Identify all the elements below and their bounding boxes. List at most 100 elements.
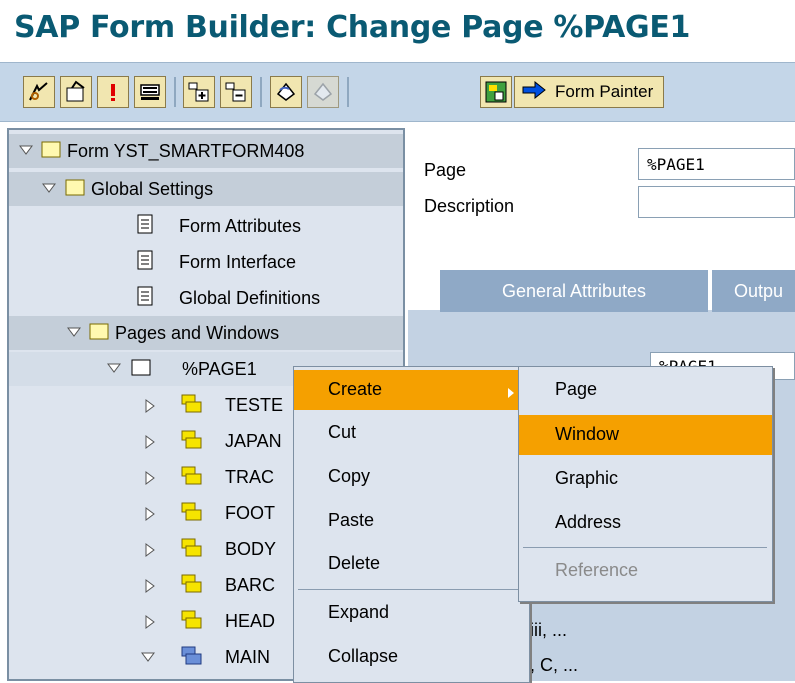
menu-item-collapse[interactable]: Collapse — [294, 637, 529, 677]
graphic-icon[interactable] — [480, 76, 512, 108]
expand-triangle-icon[interactable] — [144, 505, 156, 526]
title-bar: SAP Form Builder: Change Page %PAGE1 — [0, 0, 795, 60]
toolbar-separator — [174, 77, 176, 107]
toolbar-separator — [347, 77, 349, 107]
description-field[interactable] — [638, 186, 795, 218]
menu-separator — [523, 547, 767, 548]
submenu-item-address[interactable]: Address — [519, 503, 772, 543]
undo-icon[interactable] — [270, 76, 302, 108]
menu-item-paste[interactable]: Paste — [294, 501, 529, 541]
menu-item-label: Cut — [328, 422, 357, 442]
document-icon — [137, 214, 153, 239]
obscured-text: iii, ... — [530, 620, 568, 640]
form-painter-label: Form Painter — [555, 82, 654, 101]
tree-label: FOOT — [225, 502, 275, 523]
redo-icon[interactable] — [307, 76, 339, 108]
tree-node-form-attributes[interactable]: Form Attributes — [9, 209, 403, 243]
page-icon — [131, 358, 151, 381]
submenu-item-window[interactable]: Window — [519, 415, 772, 455]
menu-item-label: Window — [555, 424, 620, 444]
collapse-icon[interactable] — [220, 76, 252, 108]
tree-label: TESTE — [225, 394, 284, 415]
menu-item-cut[interactable]: Cut — [294, 413, 529, 453]
menu-item-label: Page — [555, 379, 598, 399]
collapse-triangle-icon[interactable] — [141, 648, 155, 669]
tree-label: TRAC — [225, 466, 274, 487]
menu-separator — [298, 589, 524, 590]
menu-item-label: Delete — [328, 553, 381, 573]
tree-node-form[interactable]: Form YST_SMARTFORM408 — [9, 134, 403, 168]
tab-general-attributes[interactable]: General Attributes — [440, 270, 708, 312]
menu-item-expand[interactable]: Expand — [294, 593, 529, 633]
submenu-item-reference: Reference — [519, 551, 772, 591]
tree-label: Global Settings — [91, 178, 214, 199]
menu-item-create[interactable]: Create — [294, 370, 529, 410]
tree-label: BARC — [225, 574, 276, 595]
expand-icon[interactable] — [183, 76, 215, 108]
create-submenu: Page Window Graphic Address Reference — [518, 366, 773, 602]
collapse-triangle-icon[interactable] — [107, 359, 121, 380]
document-icon — [137, 286, 153, 311]
menu-item-copy[interactable]: Copy — [294, 457, 529, 497]
tree-label: JAPAN — [225, 430, 282, 451]
tab-output-options[interactable]: Outpu — [712, 270, 795, 312]
tree-label: Form Attributes — [179, 215, 302, 236]
submenu-item-page[interactable]: Page — [519, 370, 772, 410]
document-icon — [137, 250, 153, 275]
page-label: Page — [424, 160, 467, 180]
tree-node-pages-and-windows[interactable]: Pages and Windows — [9, 316, 403, 350]
folder-icon — [41, 140, 61, 163]
display-change-icon[interactable] — [60, 76, 92, 108]
expand-triangle-icon[interactable] — [144, 577, 156, 598]
context-menu: Create Cut Copy Paste Delete Expand Coll… — [293, 366, 530, 683]
application-toolbar: Form Painter — [0, 62, 795, 122]
tab-label: Outpu — [734, 280, 784, 301]
obscured-text: , C, ... — [530, 655, 579, 675]
tree-node-global-definitions[interactable]: Global Definitions — [9, 281, 403, 315]
menu-item-label: Reference — [555, 560, 639, 580]
menu-item-label: Address — [555, 512, 622, 532]
form-painter-arrow-icon — [521, 80, 547, 104]
expand-triangle-icon[interactable] — [144, 541, 156, 562]
tree-node-form-interface[interactable]: Form Interface — [9, 245, 403, 279]
description-label: Description — [424, 196, 515, 216]
menu-item-label: Create — [328, 379, 383, 399]
menu-item-label: Graphic — [555, 468, 619, 488]
main-window-icon — [181, 646, 203, 671]
folder-icon — [89, 322, 109, 345]
expand-triangle-icon[interactable] — [144, 613, 156, 634]
collapse-triangle-icon[interactable] — [67, 323, 81, 344]
collapse-triangle-icon[interactable] — [42, 179, 56, 200]
menu-item-delete[interactable]: Delete — [294, 544, 529, 584]
submenu-item-graphic[interactable]: Graphic — [519, 459, 772, 499]
page-field[interactable]: %PAGE1 — [638, 148, 795, 180]
toolbar-separator — [260, 77, 262, 107]
window-icon — [181, 466, 203, 491]
window-icon — [181, 502, 203, 527]
tree-label: Form Interface — [179, 251, 297, 272]
window-icon — [181, 394, 203, 419]
window-icon — [181, 610, 203, 635]
tree-label: %PAGE1 — [182, 358, 257, 379]
page-title: SAP Form Builder: Change Page %PAGE1 — [14, 10, 691, 45]
tree-label: MAIN — [225, 646, 270, 667]
tree-label: Global Definitions — [179, 287, 321, 308]
expand-triangle-icon[interactable] — [144, 397, 156, 418]
tree-node-global-settings[interactable]: Global Settings — [9, 172, 403, 206]
tree-label: Form YST_SMARTFORM408 — [67, 140, 305, 161]
check-icon[interactable] — [97, 76, 129, 108]
other-object-icon[interactable] — [23, 76, 55, 108]
tree-label: BODY — [225, 538, 277, 559]
tab-label: General Attributes — [501, 280, 647, 301]
form-painter-button[interactable]: Form Painter — [514, 76, 665, 108]
tree-label: HEAD — [225, 610, 276, 631]
menu-item-label: Collapse — [328, 646, 399, 666]
collapse-triangle-icon[interactable] — [19, 141, 33, 162]
expand-triangle-icon[interactable] — [144, 469, 156, 490]
test-icon[interactable] — [134, 76, 166, 108]
window-icon — [181, 430, 203, 455]
window-icon — [181, 538, 203, 563]
window-icon — [181, 574, 203, 599]
menu-item-label: Paste — [328, 510, 375, 530]
expand-triangle-icon[interactable] — [144, 433, 156, 454]
